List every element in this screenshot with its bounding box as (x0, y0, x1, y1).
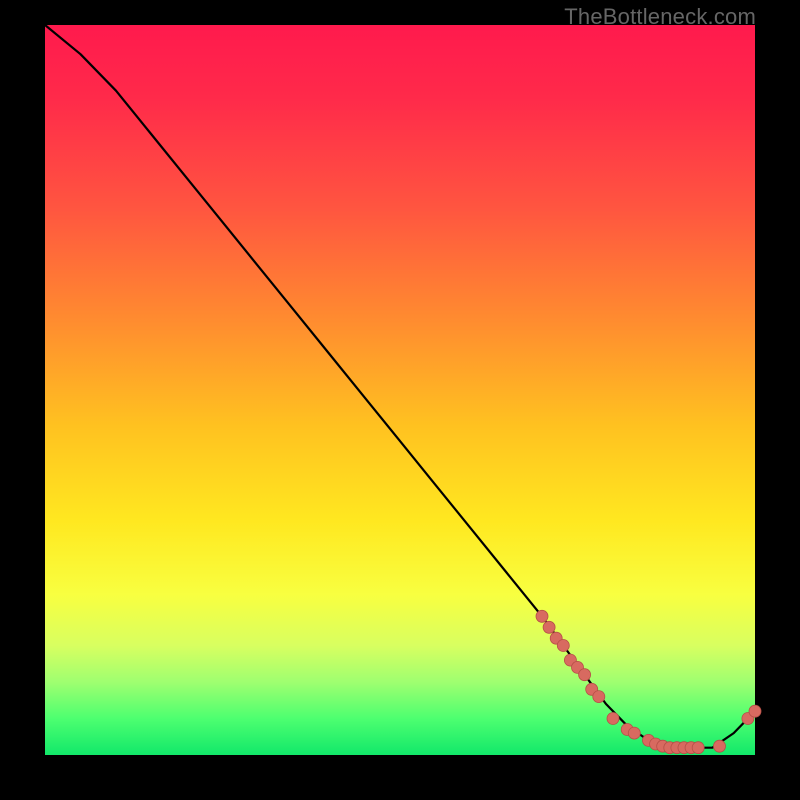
data-marker (607, 713, 619, 725)
data-marker (536, 610, 548, 622)
curve-svg (45, 25, 755, 755)
data-marker (692, 742, 704, 754)
chart-frame: TheBottleneck.com (0, 0, 800, 800)
data-marker (557, 640, 569, 652)
data-marker (579, 669, 591, 681)
data-marker (714, 740, 726, 752)
bottleneck-curve (45, 25, 755, 748)
data-marker (749, 705, 761, 717)
data-marker (593, 691, 605, 703)
data-marker (543, 621, 555, 633)
plot-area (45, 25, 755, 755)
data-markers (536, 610, 761, 753)
data-marker (628, 727, 640, 739)
